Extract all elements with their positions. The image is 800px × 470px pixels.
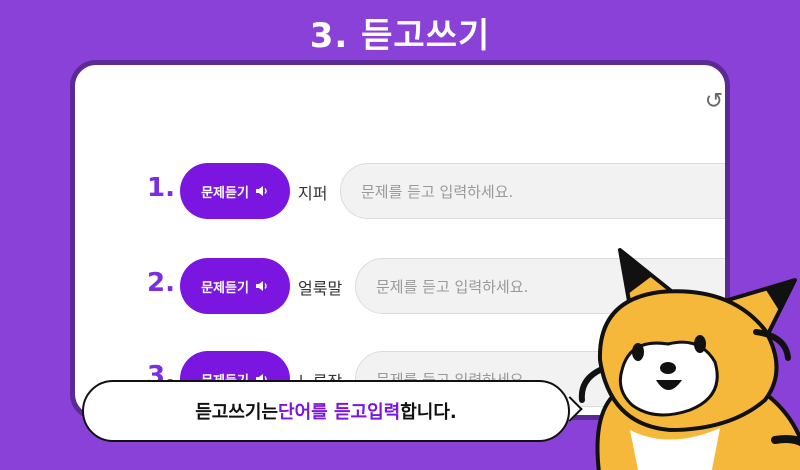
page-title: 3. 듣고쓰기 — [309, 16, 491, 56]
listen-button[interactable]: 문제듣기 — [180, 163, 290, 219]
question-row-1: 1. 문제듣기 지퍼 문제를 듣고 입력하세요. — [145, 163, 725, 223]
hint-text-1: 듣고쓰기는 — [195, 402, 279, 423]
question-word: 얼룩말 — [298, 279, 343, 298]
answer-input[interactable]: 문제를 듣고 입력하세요. — [340, 163, 725, 219]
question-word: 지퍼 — [298, 184, 328, 203]
hint-text-2: 합니다. — [400, 402, 457, 423]
listen-button-label: 문제듣기 — [201, 280, 249, 296]
refresh-icon[interactable]: ↺ — [701, 89, 725, 115]
question-number: 1. — [147, 173, 175, 203]
listen-button[interactable]: 문제듣기 — [180, 258, 290, 314]
question-number: 2. — [147, 268, 175, 298]
hint-highlight-1: 단어를 듣고 — [278, 402, 368, 423]
speaker-icon — [255, 186, 267, 196]
fox-mascot — [578, 248, 800, 470]
listen-button-label: 문제듣기 — [201, 185, 249, 201]
speaker-icon — [255, 281, 267, 291]
hint-highlight-2: 입력 — [367, 402, 401, 423]
hint-bubble: 듣고쓰기는 단어를 듣고 입력 합니다. — [82, 380, 570, 442]
